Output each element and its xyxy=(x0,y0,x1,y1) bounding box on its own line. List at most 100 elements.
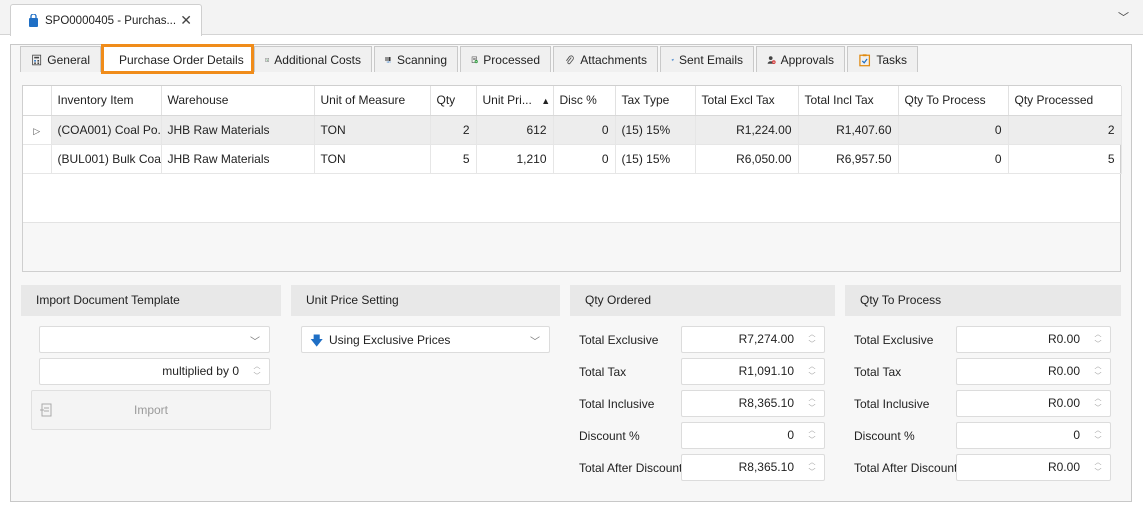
tab-attachments[interactable]: Attachments xyxy=(553,46,658,72)
qty-ordered-total-exclusive-field[interactable]: R7,274.00 ︿ ﹀ xyxy=(681,326,825,353)
column-header[interactable]: Total Excl Tax xyxy=(695,86,799,116)
cell-tax-type[interactable]: (15) 15% xyxy=(615,115,696,145)
tab-purchase-order-details[interactable]: Purchase Order Details xyxy=(101,44,254,74)
unit-price-section-header: Unit Price Setting xyxy=(291,285,560,316)
row-indicator-header xyxy=(23,86,52,116)
cell-disc[interactable]: 0 xyxy=(553,144,616,174)
cell-qty-processed[interactable]: 2 xyxy=(1008,115,1122,145)
spin-arrows[interactable]: ︿ ﹀ xyxy=(806,394,818,414)
multiplier-stepper[interactable]: multiplied by 0 ︿ ﹀ xyxy=(39,358,270,385)
tab-approvals[interactable]: Approvals xyxy=(756,46,845,72)
qty-to-process-total-exclusive-field[interactable]: R0.00 ︿ ﹀ xyxy=(956,326,1111,353)
field-value: R1,091.10 xyxy=(738,364,794,378)
column-header[interactable]: Total Incl Tax xyxy=(798,86,899,116)
column-header[interactable]: Disc % xyxy=(553,86,616,116)
qty-to-process-discount-label: Discount % xyxy=(854,429,915,443)
cell-tax-type[interactable]: (15) 15% xyxy=(615,144,696,174)
cell-inventory-item[interactable]: (COA001) Coal Po... xyxy=(51,115,162,145)
spin-up-icon: ︿ xyxy=(1094,459,1102,466)
tab-label: Scanning xyxy=(396,52,447,67)
cell-unit-price[interactable]: 612 xyxy=(476,115,554,145)
cell-warehouse[interactable]: JHB Raw Materials xyxy=(161,144,315,174)
cell-total-excl[interactable]: R1,224.00 xyxy=(695,115,799,145)
checked-doc-icon xyxy=(471,56,478,63)
table-row[interactable]: ▷ (COA001) Coal Po... JHB Raw Materials … xyxy=(23,115,1122,145)
qty-ordered-total-inclusive-field[interactable]: R8,365.10 ︿ ﹀ xyxy=(681,390,825,417)
cell-warehouse[interactable]: JHB Raw Materials xyxy=(161,115,315,145)
spin-arrows[interactable]: ︿ ﹀ xyxy=(1092,394,1104,414)
arrow-down-icon: 🡇 xyxy=(310,333,324,348)
field-value: R8,365.10 xyxy=(738,460,794,474)
field-value: 0 xyxy=(787,428,794,442)
grid-footer xyxy=(23,222,1120,271)
document-tab[interactable]: SPO0000405 - Purchas... ✕ xyxy=(10,4,202,36)
column-header[interactable]: Tax Type xyxy=(615,86,696,116)
column-header-sorted[interactable]: Unit Pri... ▲ xyxy=(476,86,554,116)
cell-uom[interactable]: TON xyxy=(314,144,431,174)
qty-ordered-section-header: Qty Ordered xyxy=(570,285,835,316)
tab-processed[interactable]: Processed xyxy=(460,46,551,72)
column-header[interactable]: Qty xyxy=(430,86,477,116)
tab-additional-costs[interactable]: $ Additional Costs xyxy=(254,46,372,72)
cell-qty-to-process[interactable]: 0 xyxy=(898,144,1009,174)
column-header[interactable]: Unit of Measure xyxy=(314,86,431,116)
tab-sent-emails[interactable]: Sent Emails xyxy=(660,46,754,72)
field-value: R0.00 xyxy=(1047,364,1080,378)
qty-ordered-discount-field[interactable]: 0 ︿ ﹀ xyxy=(681,422,825,449)
cell-qty[interactable]: 2 xyxy=(430,115,477,145)
spin-arrows[interactable]: ︿ ﹀ xyxy=(1092,458,1104,478)
field-value: 0 xyxy=(1073,428,1080,442)
chevron-down-icon: ﹀ xyxy=(250,337,260,348)
spin-arrows[interactable]: ︿ ﹀ xyxy=(1092,330,1104,350)
qty-to-process-discount-field[interactable]: 0 ︿ ﹀ xyxy=(956,422,1111,449)
import-button[interactable]: Import xyxy=(31,390,271,430)
qty-to-process-total-inclusive-field[interactable]: R0.00 ︿ ﹀ xyxy=(956,390,1111,417)
cell-total-excl[interactable]: R6,050.00 xyxy=(695,144,799,174)
spin-arrows[interactable]: ︿ ﹀ xyxy=(1092,362,1104,382)
table-row[interactable]: (BUL001) Bulk Coal JHB Raw Materials TON… xyxy=(23,144,1122,174)
spin-up-icon: ︿ xyxy=(808,395,816,402)
close-icon[interactable]: ✕ xyxy=(180,12,192,29)
cell-inventory-item[interactable]: (BUL001) Bulk Coal xyxy=(51,144,162,174)
spin-arrows[interactable]: ︿ ﹀ xyxy=(806,362,818,382)
column-header[interactable]: Qty Processed xyxy=(1008,86,1122,116)
tab-label: Processed xyxy=(483,52,540,67)
unit-price-select[interactable]: 🡇 Using Exclusive Prices ﹀ xyxy=(301,326,550,353)
import-doc-icon xyxy=(40,403,52,417)
tab-label: Sent Emails xyxy=(678,52,743,67)
spin-arrows[interactable]: ︿ ﹀ xyxy=(806,458,818,478)
tab-tasks[interactable]: Tasks xyxy=(847,46,918,72)
spin-arrows[interactable]: ︿ ﹀ xyxy=(806,426,818,446)
cell-qty[interactable]: 5 xyxy=(430,144,477,174)
column-header[interactable]: Inventory Item xyxy=(51,86,162,116)
cell-total-incl[interactable]: R1,407.60 xyxy=(798,115,899,145)
tab-scanning[interactable]: 123 Scanning xyxy=(374,46,458,72)
spin-down-icon: ﹀ xyxy=(1094,437,1102,444)
cell-uom[interactable]: TON xyxy=(314,115,431,145)
cell-unit-price[interactable]: 1,210 xyxy=(476,144,554,174)
row-indicator[interactable]: ▷ xyxy=(23,115,52,145)
paperclip-icon xyxy=(566,54,574,64)
qty-to-process-total-after-discount-field[interactable]: R0.00 ︿ ﹀ xyxy=(956,454,1111,481)
tab-general[interactable]: General xyxy=(20,46,101,72)
row-indicator[interactable] xyxy=(23,144,52,174)
document-tab-strip: SPO0000405 - Purchas... ✕ ﹀ xyxy=(0,0,1143,36)
cell-total-incl[interactable]: R6,957.50 xyxy=(798,144,899,174)
cell-qty-to-process[interactable]: 0 xyxy=(898,115,1009,145)
spin-arrows[interactable]: ︿ ﹀ xyxy=(251,362,263,382)
spin-up-icon: ︿ xyxy=(808,363,816,370)
spin-down-icon: ﹀ xyxy=(1094,341,1102,348)
tab-label: Additional Costs xyxy=(274,52,361,67)
spin-arrows[interactable]: ︿ ﹀ xyxy=(1092,426,1104,446)
qty-ordered-total-after-discount-field[interactable]: R8,365.10 ︿ ﹀ xyxy=(681,454,825,481)
qty-to-process-total-exclusive-label: Total Exclusive xyxy=(854,333,934,347)
qty-ordered-total-tax-field[interactable]: R1,091.10 ︿ ﹀ xyxy=(681,358,825,385)
qty-to-process-total-tax-field[interactable]: R0.00 ︿ ﹀ xyxy=(956,358,1111,385)
chevron-down-icon[interactable]: ﹀ xyxy=(1118,9,1129,25)
cell-qty-processed[interactable]: 5 xyxy=(1008,144,1122,174)
column-header[interactable]: Qty To Process xyxy=(898,86,1009,116)
column-header[interactable]: Warehouse xyxy=(161,86,315,116)
template-select[interactable]: ﹀ xyxy=(39,326,270,353)
spin-arrows[interactable]: ︿ ﹀ xyxy=(806,330,818,350)
cell-disc[interactable]: 0 xyxy=(553,115,616,145)
